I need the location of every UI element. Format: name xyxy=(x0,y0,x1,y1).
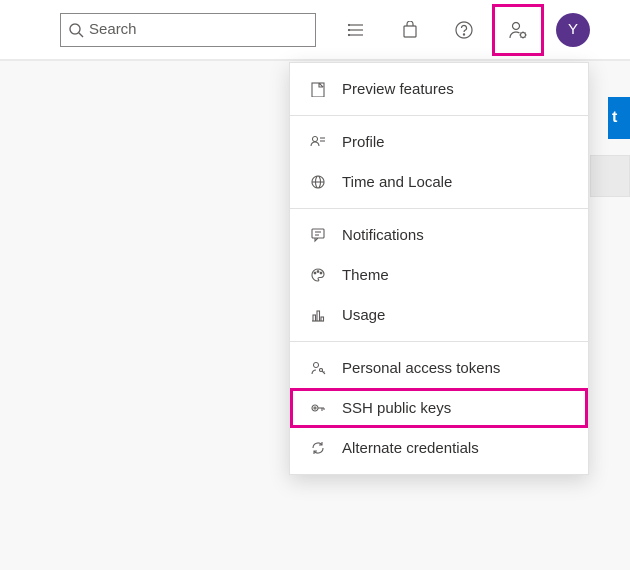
key-icon xyxy=(308,398,328,418)
menu-label: Alternate credentials xyxy=(342,440,479,457)
menu-label: Profile xyxy=(342,134,385,151)
user-settings-menu: Preview features Profile Time and Locale… xyxy=(289,62,589,475)
marketplace-icon[interactable] xyxy=(386,6,434,54)
help-icon[interactable] xyxy=(440,6,488,54)
menu-usage[interactable]: Usage xyxy=(290,295,588,335)
menu-label: SSH public keys xyxy=(342,400,451,417)
menu-divider xyxy=(290,115,588,116)
avatar[interactable]: Y xyxy=(556,13,590,47)
partial-panel xyxy=(590,155,630,197)
menu-label: Theme xyxy=(342,267,389,284)
user-settings-icon[interactable] xyxy=(494,6,542,54)
topbar: Y xyxy=(0,0,630,60)
palette-icon xyxy=(308,265,328,285)
menu-divider xyxy=(290,208,588,209)
profile-icon xyxy=(308,132,328,152)
globe-icon xyxy=(308,172,328,192)
menu-theme[interactable]: Theme xyxy=(290,255,588,295)
person-key-icon xyxy=(308,358,328,378)
menu-label: Personal access tokens xyxy=(342,360,500,377)
menu-profile[interactable]: Profile xyxy=(290,122,588,162)
menu-label: Usage xyxy=(342,307,385,324)
menu-personal-access-tokens[interactable]: Personal access tokens xyxy=(290,348,588,388)
menu-time-locale[interactable]: Time and Locale xyxy=(290,162,588,202)
bar-chart-icon xyxy=(308,305,328,325)
sync-icon xyxy=(308,438,328,458)
search-input[interactable] xyxy=(89,21,307,38)
menu-label: Notifications xyxy=(342,227,424,244)
menu-alternate-credentials[interactable]: Alternate credentials xyxy=(290,428,588,468)
search-box[interactable] xyxy=(60,13,316,47)
menu-label: Preview features xyxy=(342,81,454,98)
partial-primary-button[interactable]: t xyxy=(608,97,630,139)
menu-divider xyxy=(290,341,588,342)
avatar-initial: Y xyxy=(568,21,578,38)
preview-features-icon xyxy=(308,79,328,99)
search-icon xyxy=(69,20,89,40)
menu-preview-features[interactable]: Preview features xyxy=(290,69,588,109)
chat-icon xyxy=(308,225,328,245)
work-items-icon[interactable] xyxy=(332,6,380,54)
menu-ssh-public-keys[interactable]: SSH public keys xyxy=(290,388,588,428)
menu-label: Time and Locale xyxy=(342,174,452,191)
menu-notifications[interactable]: Notifications xyxy=(290,215,588,255)
